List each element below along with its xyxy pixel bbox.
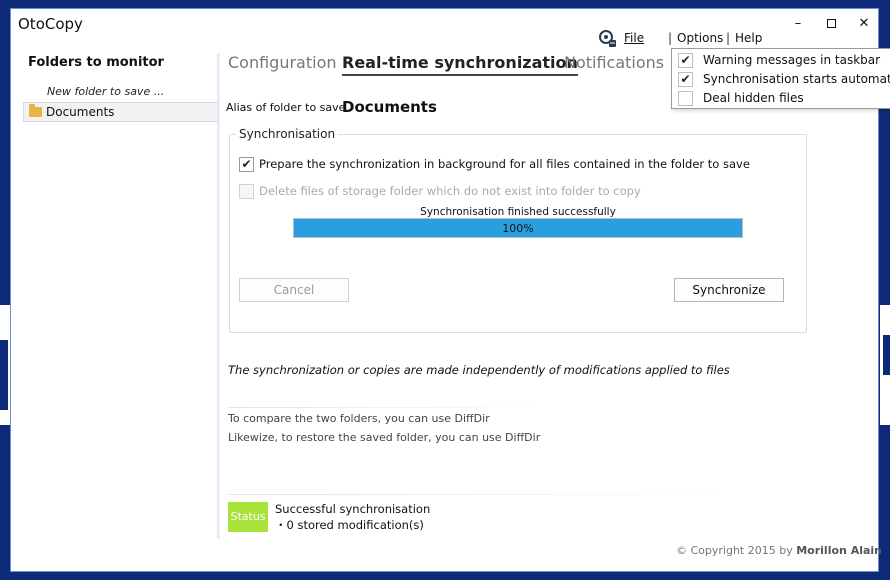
option-hidden-files[interactable]: Deal hidden files: [678, 90, 890, 107]
status-badge: Status: [228, 502, 268, 532]
progress-percent: 100%: [502, 222, 534, 235]
maximize-icon: [826, 19, 836, 28]
minimize-button[interactable]: –: [781, 13, 815, 35]
option-checkbox[interactable]: ✔: [678, 72, 693, 87]
diffdir-restore-text: Likewize, to restore the saved folder, y…: [228, 431, 541, 444]
progress-caption: Synchronisation finished successfully: [420, 206, 616, 218]
menu-separator: |: [726, 31, 731, 45]
alias-label: Alias of folder to save: [226, 101, 346, 114]
prepare-sync-label: Prepare the synchronization in backgroun…: [259, 157, 750, 171]
status-message: Successful synchronisation: [275, 502, 431, 516]
synchronisation-legend: Synchronisation: [236, 127, 339, 141]
option-label: Synchronisation starts automatically: [703, 72, 890, 86]
menu-file[interactable]: File: [624, 31, 644, 45]
independence-note: The synchronization or copies are made i…: [228, 363, 730, 377]
sync-progress-bar: 100%: [293, 218, 743, 238]
tab-real-time-synchronization[interactable]: Real-time synchronization: [342, 53, 578, 76]
menu-options[interactable]: Options: [677, 31, 723, 45]
copyright-text: © Copyright 2015 by Morillon Alain: [676, 544, 882, 557]
option-auto-sync[interactable]: ✔ Synchronisation starts automatically: [678, 71, 890, 88]
desktop-glyph-right: [883, 335, 890, 375]
prepare-sync-checkbox[interactable]: ✔: [239, 157, 254, 172]
panel-splitter[interactable]: [217, 53, 220, 539]
desktop-glyph-left: [0, 340, 8, 410]
menu-help[interactable]: Help: [735, 31, 762, 45]
folder-item-label: Documents: [46, 105, 115, 119]
close-button[interactable]: ✕: [847, 13, 881, 35]
option-label: Warning messages in taskbar: [703, 53, 881, 67]
divider: [228, 407, 553, 408]
option-checkbox[interactable]: ✔: [678, 53, 693, 68]
divider: [228, 494, 748, 495]
delete-files-checkbox[interactable]: [239, 184, 254, 199]
folder-item-documents[interactable]: Documents: [23, 102, 218, 122]
alias-value: Documents: [342, 98, 437, 116]
option-label: Deal hidden files: [703, 91, 804, 105]
folders-panel: Folders to monitor New folder to save ..…: [20, 50, 219, 571]
status-modifications: ・0 stored modification(s): [275, 518, 424, 532]
menu-separator: |: [668, 31, 673, 45]
synchronize-button[interactable]: Synchronize: [674, 278, 784, 302]
option-checkbox[interactable]: [678, 91, 693, 106]
option-warning-messages[interactable]: ✔ Warning messages in taskbar: [678, 52, 890, 69]
window-title: OtoCopy: [18, 15, 83, 33]
folder-icon: [29, 104, 42, 117]
copyright-author: Morillon Alain: [796, 544, 882, 557]
options-dropdown: ✔ Warning messages in taskbar ✔ Synchron…: [671, 48, 890, 109]
cancel-button[interactable]: Cancel: [239, 278, 349, 302]
delete-files-label: Delete files of storage folder which do …: [259, 184, 641, 198]
folders-heading: Folders to monitor: [28, 55, 164, 70]
maximize-button[interactable]: [814, 13, 848, 35]
app-logo-icon: [599, 30, 616, 47]
new-folder-link[interactable]: New folder to save ...: [47, 85, 164, 98]
tab-configuration[interactable]: Configuration: [228, 53, 337, 72]
copyright-prefix: © Copyright 2015 by: [676, 544, 797, 557]
app-window: OtoCopy – ✕ Folders to monitor New folde…: [10, 8, 890, 572]
diffdir-compare-text: To compare the two folders, you can use …: [228, 412, 490, 425]
tab-notifications[interactable]: Notifications: [564, 53, 664, 72]
